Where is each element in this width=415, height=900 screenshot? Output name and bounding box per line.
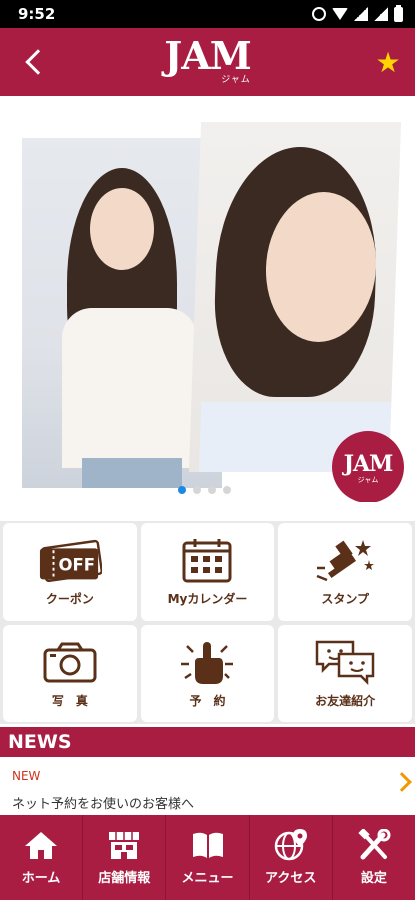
- nav-home[interactable]: ホーム: [0, 815, 84, 900]
- tile-label: 予 約: [189, 693, 226, 708]
- tile-reserve[interactable]: 予 約: [140, 624, 275, 722]
- tile-label: Myカレンダー: [167, 592, 248, 607]
- nav-label: 設定: [360, 871, 387, 886]
- tile-label: スタンプ: [321, 592, 369, 607]
- chevron-right-icon: [392, 772, 412, 792]
- reserve-icon: [175, 638, 239, 686]
- calendar-icon: [175, 536, 239, 584]
- status-time: 9:52: [18, 5, 56, 23]
- nav-label: メニュー: [181, 871, 234, 886]
- banner-carousel[interactable]: JAM ジャム: [0, 96, 415, 502]
- tile-calendar[interactable]: Myカレンダー: [140, 523, 275, 621]
- jam-badge-logo: JAM ジャム: [332, 431, 404, 502]
- news-header: NEWS: [0, 727, 415, 757]
- camera-icon: [38, 638, 102, 686]
- wifi-icon: [332, 8, 348, 20]
- nav-menu[interactable]: メニュー: [166, 815, 250, 900]
- carousel-dot[interactable]: [208, 486, 216, 494]
- badge-subtext: ジャム: [357, 476, 379, 484]
- tools-icon: [356, 829, 392, 861]
- menu-grid: OFF クーポン Myカレンダー スタンプ 写 真 予 約 お友達紹介: [0, 521, 415, 724]
- book-icon: [190, 829, 226, 861]
- tile-friend[interactable]: お友達紹介: [278, 624, 412, 722]
- app-logo: JAM ジャム: [164, 33, 252, 86]
- signal-icon: [354, 7, 368, 21]
- carousel-dots: [178, 486, 231, 494]
- tile-label: お友達紹介: [315, 693, 376, 708]
- status-icons: [312, 4, 403, 22]
- alarm-icon: [312, 7, 326, 21]
- favorite-button[interactable]: ★: [373, 48, 403, 78]
- shop-icon: [106, 829, 142, 861]
- nav-label: ホーム: [21, 871, 61, 886]
- coupon-icon: OFF: [38, 536, 102, 584]
- carousel-dot[interactable]: [193, 486, 201, 494]
- tile-coupon[interactable]: OFF クーポン: [3, 523, 137, 621]
- nav-access[interactable]: アクセス: [250, 815, 333, 900]
- news-item[interactable]: NEW ネット予約をお使いのお客様へ: [0, 757, 415, 815]
- friend-referral-icon: [313, 638, 377, 686]
- back-button[interactable]: [14, 42, 54, 82]
- carousel-dot[interactable]: [223, 486, 231, 494]
- app-header: JAM ジャム ★: [0, 28, 415, 96]
- tile-stamp[interactable]: スタンプ: [278, 523, 412, 621]
- tile-label: 写 真: [51, 693, 88, 708]
- carousel-dot-active[interactable]: [178, 486, 186, 494]
- status-bar: 9:52: [0, 0, 415, 28]
- news-title: ネット予約をお使いのお客様へ: [12, 797, 195, 812]
- stamp-icon: [313, 536, 377, 584]
- battery-icon: [394, 4, 403, 22]
- nav-label: アクセス: [265, 871, 317, 886]
- tile-photo[interactable]: 写 真: [3, 624, 137, 722]
- bottom-nav: ホーム 店舗情報 メニュー アクセス 設定: [0, 815, 415, 900]
- home-icon: [23, 829, 59, 861]
- badge-text: JAM: [343, 451, 394, 477]
- nav-label: 店舗情報: [98, 871, 151, 886]
- tile-label: クーポン: [45, 592, 94, 607]
- star-icon: ★: [375, 46, 401, 79]
- nav-settings[interactable]: 設定: [333, 815, 415, 900]
- logo-text: JAM: [164, 33, 252, 78]
- nav-shop[interactable]: 店舗情報: [83, 815, 167, 900]
- globe-pin-icon: [273, 829, 309, 861]
- banner-photo-2: [188, 122, 402, 472]
- svg-text:OFF: OFF: [58, 556, 95, 575]
- chevron-left-icon: [25, 49, 51, 75]
- signal-icon-2: [374, 7, 388, 21]
- new-badge: NEW: [12, 769, 41, 783]
